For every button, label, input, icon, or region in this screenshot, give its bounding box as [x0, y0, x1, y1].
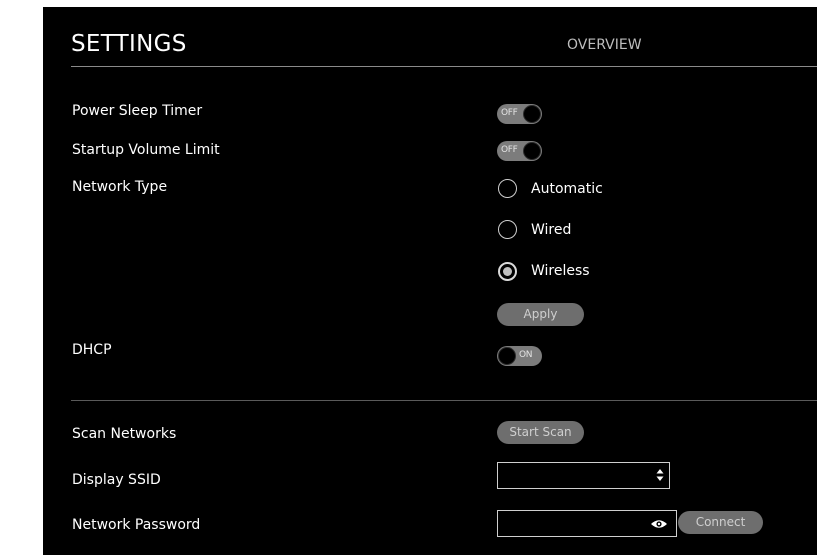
toggle-state-text: ON	[519, 350, 533, 360]
toggle-state-text: OFF	[501, 108, 518, 118]
startup-volume-limit-toggle[interactable]: OFF	[497, 141, 542, 161]
radio-automatic-label: Automatic	[531, 181, 603, 197]
tab-overview[interactable]: OVERVIEW	[567, 37, 642, 53]
dhcp-label: DHCP	[72, 342, 112, 358]
toggle-knob	[498, 347, 516, 365]
network-type-label: Network Type	[72, 179, 168, 195]
toggle-state-text: OFF	[501, 145, 518, 155]
sort-arrows-icon	[656, 469, 664, 481]
network-password-label: Network Password	[72, 517, 201, 533]
scan-networks-label: Scan Networks	[72, 426, 177, 442]
dhcp-toggle[interactable]: ON	[497, 346, 542, 366]
header-divider	[71, 66, 817, 67]
radio-wired-label: Wired	[531, 222, 572, 238]
radio-wireless[interactable]	[498, 262, 517, 281]
radio-automatic[interactable]	[498, 179, 517, 198]
page-title: SETTINGS	[71, 31, 187, 57]
toggle-knob	[523, 142, 541, 160]
power-sleep-timer-toggle[interactable]: OFF	[497, 104, 542, 124]
apply-button[interactable]: Apply	[497, 303, 584, 326]
start-scan-button[interactable]: Start Scan	[497, 421, 584, 444]
toggle-knob	[523, 105, 541, 123]
display-ssid-label: Display SSID	[72, 472, 161, 488]
radio-wireless-label: Wireless	[531, 263, 590, 279]
radio-selected-dot	[503, 267, 512, 276]
eye-icon[interactable]	[650, 519, 668, 529]
password-input[interactable]	[497, 510, 677, 537]
power-sleep-timer-label: Power Sleep Timer	[72, 103, 203, 119]
section-divider	[71, 400, 817, 401]
radio-wired[interactable]	[498, 220, 517, 239]
connect-button[interactable]: Connect	[678, 511, 763, 534]
ssid-select[interactable]	[497, 462, 670, 489]
startup-volume-limit-label: Startup Volume Limit	[72, 142, 220, 158]
settings-panel: SETTINGS OVERVIEW Power Sleep Timer OFF …	[43, 7, 817, 555]
